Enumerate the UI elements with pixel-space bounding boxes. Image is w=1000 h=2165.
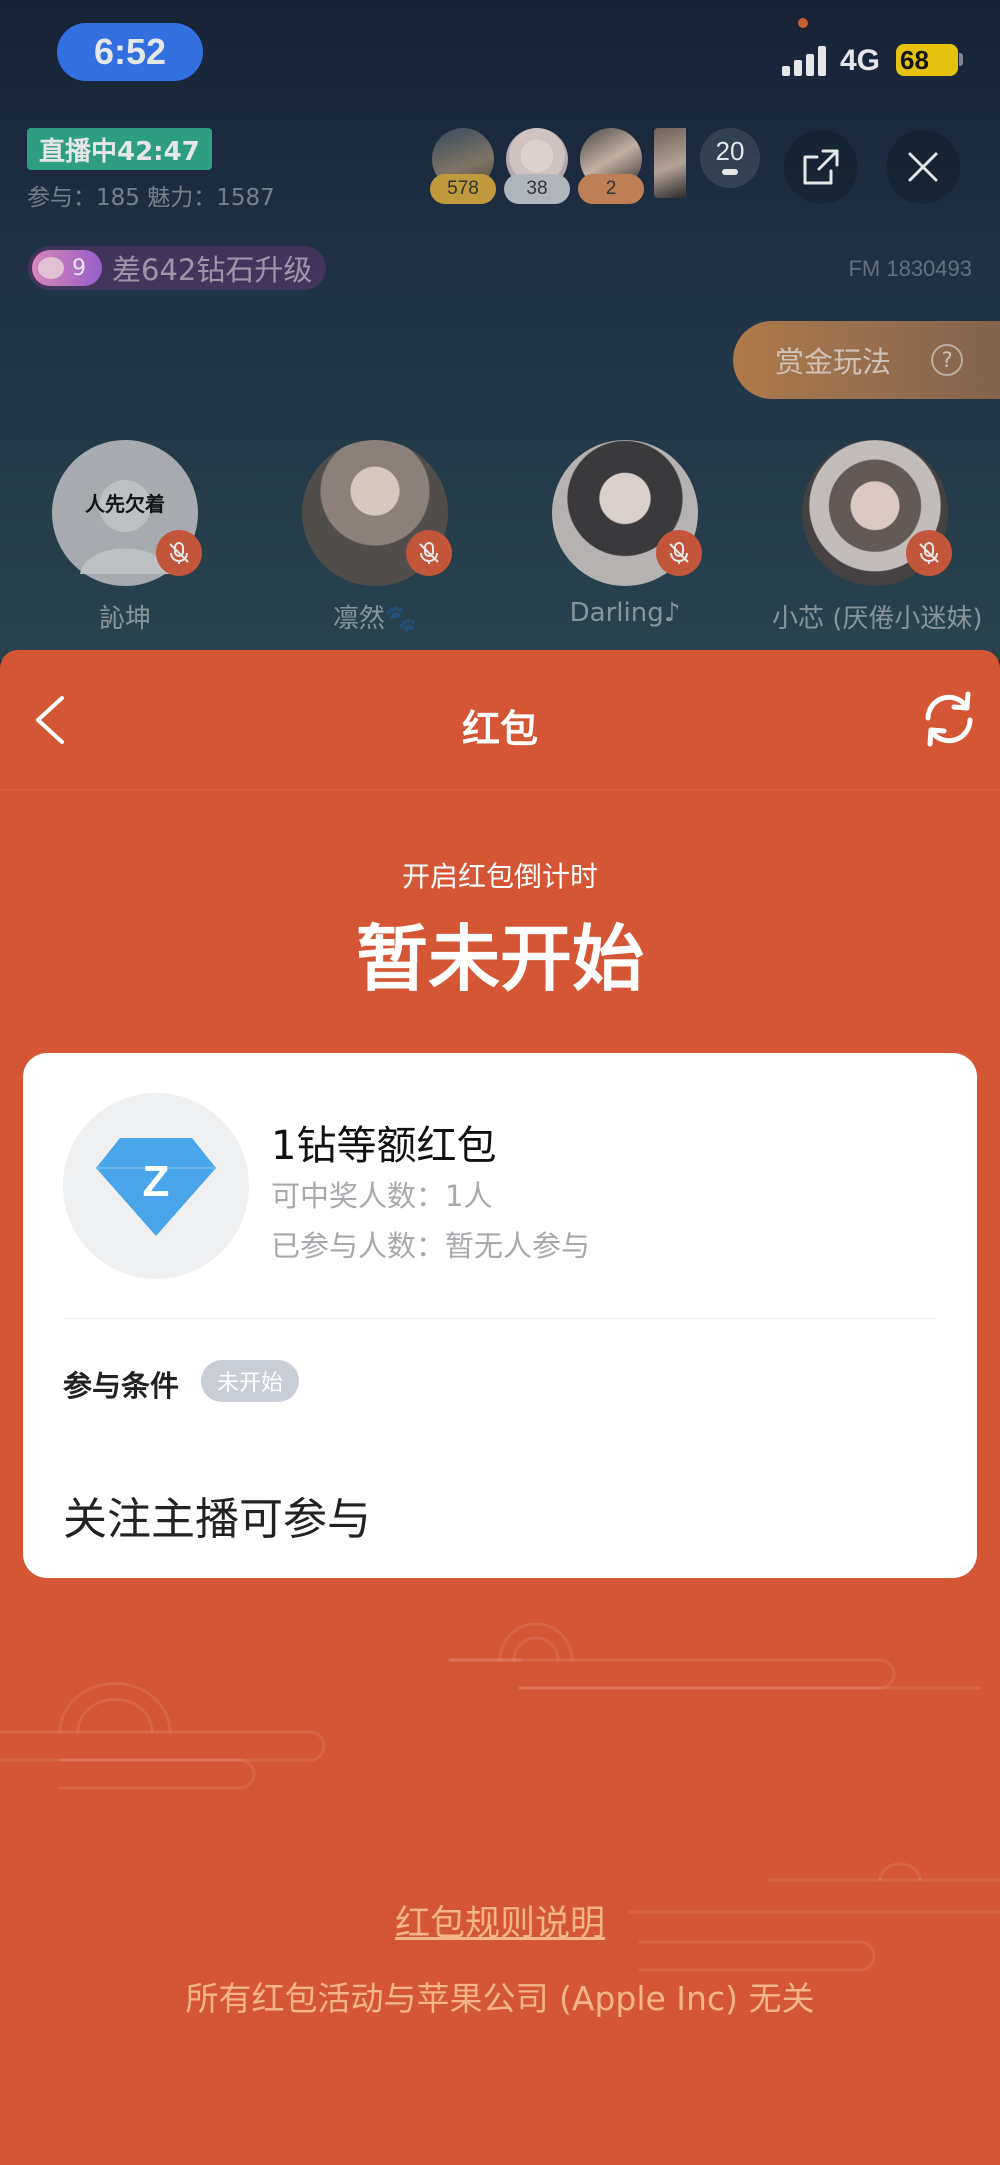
prize-title: 1钻等额红包 [271,1123,497,1169]
red-packet-panel: 红包 开启红包倒计时 暂未开始 Z 1钻等额红包 可中奖人数：1人 已参与人数：… [0,650,1000,2165]
diamond-prize-icon: Z [63,1093,249,1279]
apple-disclaimer: 所有红包活动与苹果公司 (Apple Inc) 无关 [185,1979,815,2018]
background-dim-overlay [0,0,1000,660]
red-packet-card: Z 1钻等额红包 可中奖人数：1人 已参与人数：暂无人参与 参与条件 未开始 关… [23,1053,977,1578]
card-divider [63,1318,937,1319]
winner-count: 可中奖人数：1人 [271,1179,493,1213]
prize-icon-letter: Z [143,1157,170,1206]
panel-title: 红包 [461,707,538,751]
refresh-icon[interactable] [918,688,980,750]
panel-header: 红包 [0,650,1000,790]
condition-text: 关注主播可参与 [63,1494,371,1545]
condition-status-badge: 未开始 [201,1360,300,1402]
live-room-background: 6:52 4G 68 直播中42:47 参与：185 魅力：1587 578 3… [0,0,1000,660]
condition-label: 参与条件 [63,1369,180,1403]
participant-count: 已参与人数：暂无人参与 [271,1229,591,1263]
countdown-value: 暂未开始 [355,917,644,1001]
countdown-label: 开启红包倒计时 [401,860,598,893]
rules-link[interactable]: 红包规则说明 [0,1895,1000,1946]
